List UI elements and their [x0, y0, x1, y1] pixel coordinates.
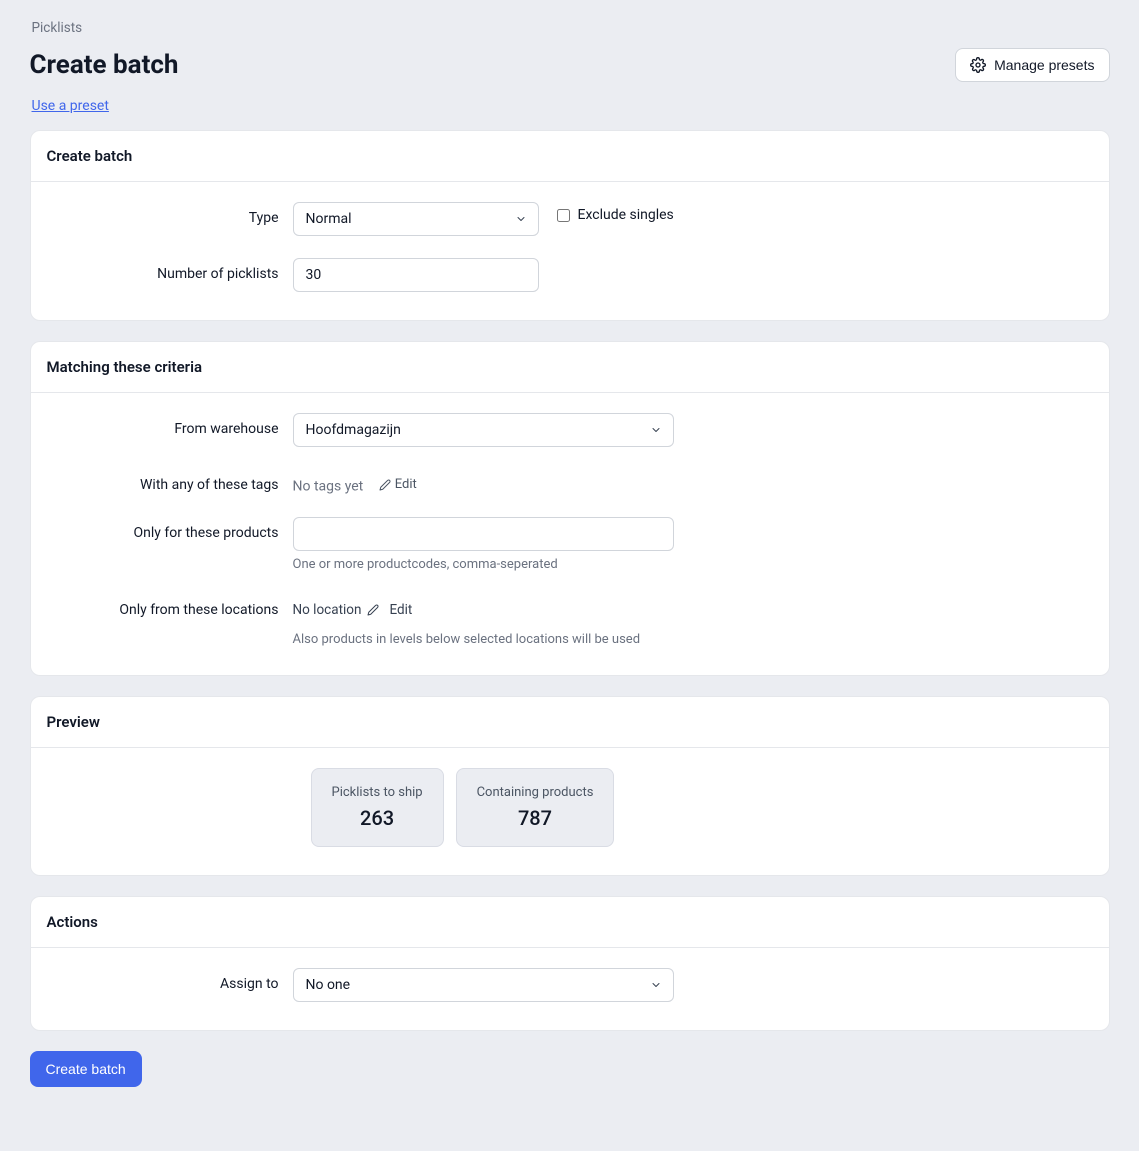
products-help-text: One or more productcodes, comma-seperate… — [293, 557, 1093, 572]
assign-to-select[interactable]: No one — [293, 968, 674, 1002]
page-title: Create batch — [30, 50, 179, 80]
locations-value: No location — [293, 602, 362, 618]
stat-picklists: Picklists to ship 263 — [311, 768, 444, 847]
num-picklists-label: Number of picklists — [47, 258, 293, 282]
warehouse-select[interactable]: Hoofdmagazijn — [293, 413, 674, 447]
preview-card-title: Preview — [31, 697, 1109, 748]
tags-label: With any of these tags — [47, 469, 293, 493]
gear-icon — [970, 57, 986, 73]
type-select[interactable]: Normal — [293, 202, 539, 236]
stat-picklists-value: 263 — [332, 806, 423, 830]
locations-edit-label: Edit — [389, 602, 412, 618]
stat-products-value: 787 — [477, 806, 594, 830]
warehouse-label: From warehouse — [47, 413, 293, 437]
actions-card-title: Actions — [31, 897, 1109, 948]
criteria-card-title: Matching these criteria — [31, 342, 1109, 393]
manage-presets-button[interactable]: Manage presets — [955, 48, 1109, 82]
preview-card: Preview Picklists to ship 263 Containing… — [30, 696, 1110, 876]
pencil-icon — [379, 479, 391, 491]
stat-picklists-label: Picklists to ship — [332, 785, 423, 800]
breadcrumb[interactable]: Picklists — [30, 20, 1110, 36]
create-batch-button[interactable]: Create batch — [30, 1051, 142, 1087]
tags-value: No tags yet — [293, 479, 364, 495]
criteria-card: Matching these criteria From warehouse H… — [30, 341, 1110, 676]
manage-presets-label: Manage presets — [994, 57, 1094, 73]
products-label: Only for these products — [47, 517, 293, 541]
use-preset-link[interactable]: Use a preset — [30, 98, 109, 114]
exclude-singles-label[interactable]: Exclude singles — [578, 206, 674, 226]
locations-label: Only from these locations — [47, 594, 293, 618]
assign-to-label: Assign to — [47, 968, 293, 992]
create-batch-card-title: Create batch — [31, 131, 1109, 182]
locations-help-text: Also products in levels below selected l… — [293, 632, 1093, 647]
exclude-singles-checkbox[interactable] — [557, 209, 570, 222]
tags-edit-link[interactable]: Edit — [379, 477, 417, 492]
num-picklists-input[interactable] — [293, 258, 539, 292]
stat-products: Containing products 787 — [456, 768, 615, 847]
pencil-icon — [367, 604, 379, 616]
actions-card: Actions Assign to No one — [30, 896, 1110, 1031]
stat-products-label: Containing products — [477, 785, 594, 800]
tags-edit-label: Edit — [395, 477, 417, 492]
products-input[interactable] — [293, 517, 674, 551]
locations-edit-link[interactable]: No location Edit — [293, 602, 413, 618]
create-batch-card: Create batch Type Normal Exclud — [30, 130, 1110, 321]
type-label: Type — [47, 202, 293, 226]
